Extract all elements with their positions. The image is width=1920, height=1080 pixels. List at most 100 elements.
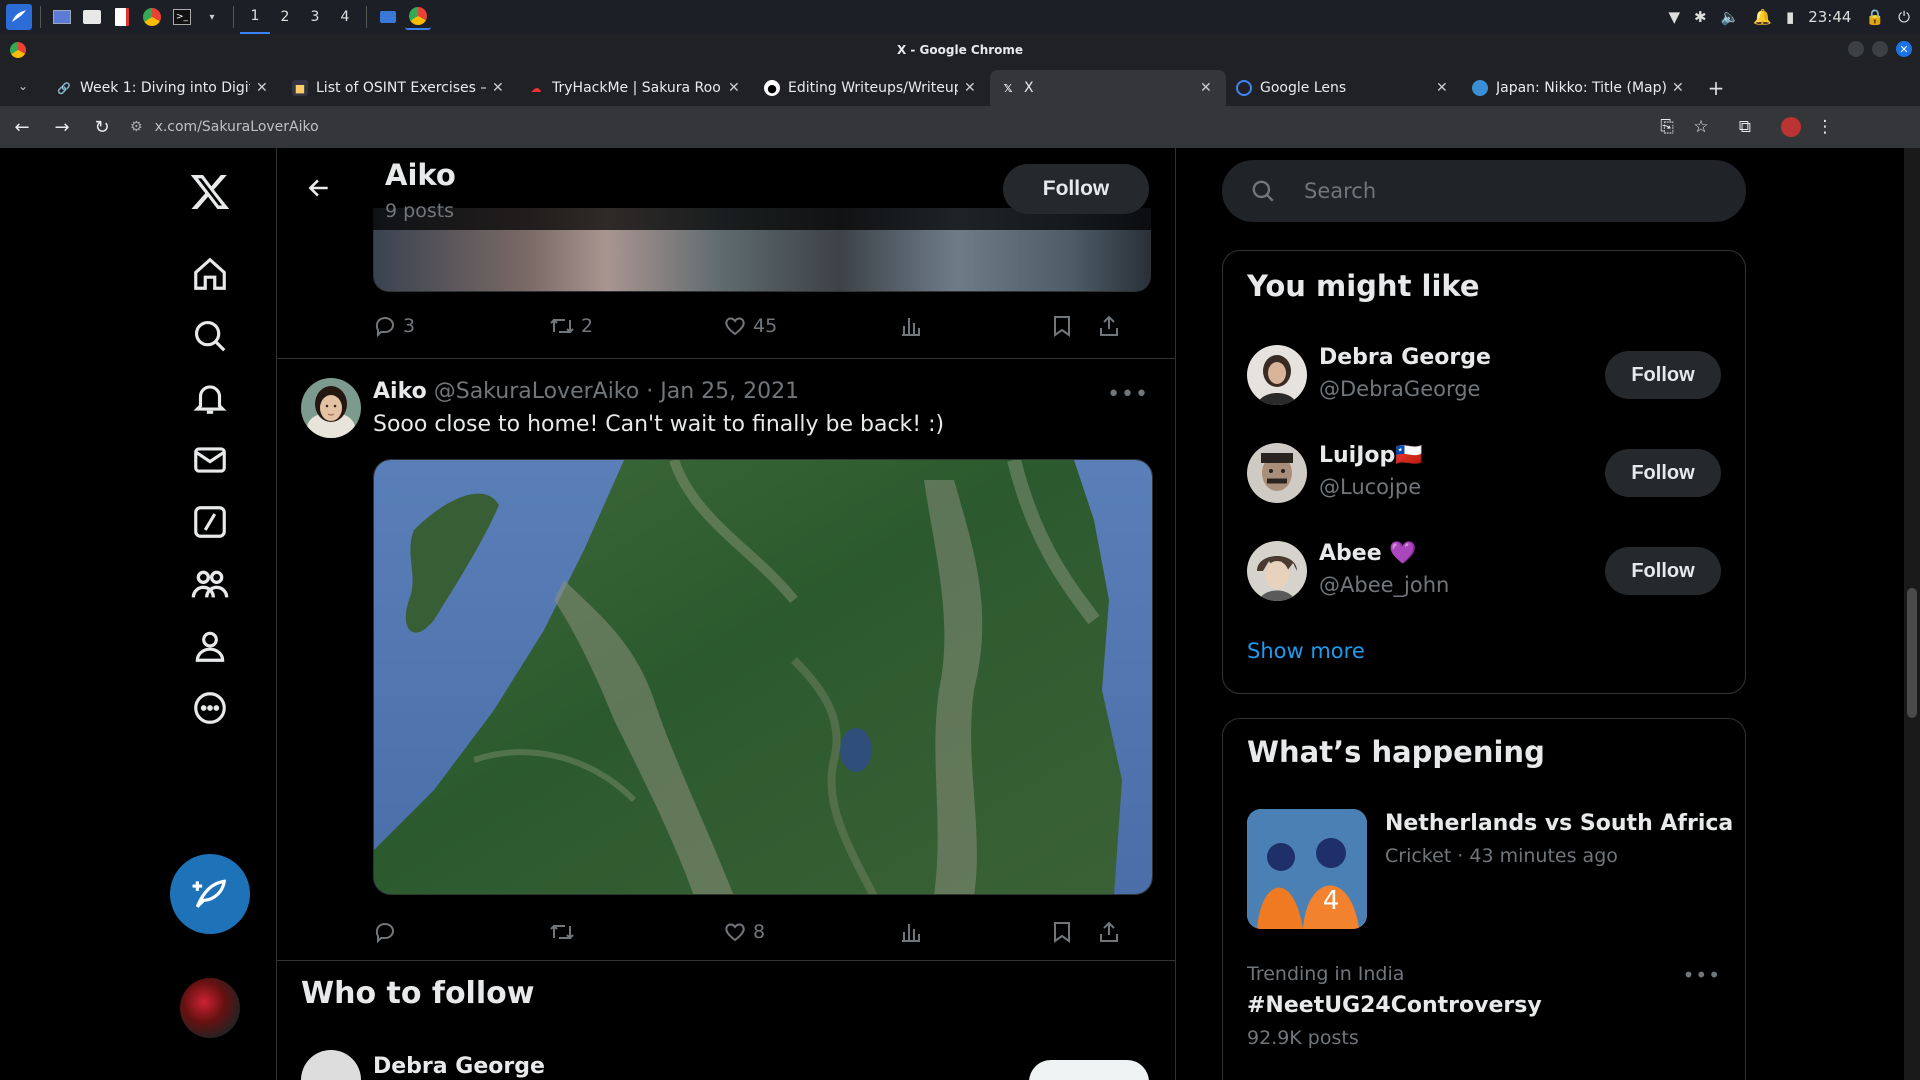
avatar[interactable]: [1247, 443, 1307, 503]
repost-button[interactable]: 2: [549, 314, 593, 338]
suggestion-name[interactable]: Debra George: [373, 1054, 545, 1079]
suggestion-debra-george[interactable]: Debra George @DebraGeorge Follow: [1223, 335, 1745, 415]
tab-search-chevron-icon[interactable]: ⌄: [0, 66, 46, 106]
terminal-icon[interactable]: >_: [169, 4, 195, 30]
suggestion-follow-button[interactable]: [1029, 1060, 1149, 1080]
search-input[interactable]: [1304, 179, 1704, 203]
tab-tryhackme[interactable]: ☁ TryHackMe | Sakura Room ✕: [518, 70, 754, 106]
home-icon[interactable]: [182, 246, 238, 302]
avatar[interactable]: [1247, 541, 1307, 601]
lock-icon[interactable]: 🔒: [1865, 8, 1884, 26]
workspace-3[interactable]: 3: [300, 0, 330, 34]
window-switch-icon[interactable]: [375, 4, 401, 30]
bluetooth-icon[interactable]: ✱: [1694, 8, 1707, 26]
repost-button[interactable]: [549, 920, 581, 944]
page-scrollbar[interactable]: [1904, 148, 1920, 1080]
text-editor-icon[interactable]: [109, 4, 135, 30]
views-button[interactable]: [899, 920, 923, 944]
suggestion-handle[interactable]: @Lucojpe: [1319, 475, 1421, 499]
bookmark-button[interactable]: [1051, 920, 1073, 944]
more-options-icon[interactable]: •••: [1683, 963, 1721, 987]
views-button[interactable]: [899, 314, 923, 338]
battery-icon[interactable]: ▮: [1786, 8, 1794, 26]
volume-icon[interactable]: 🔈: [1721, 8, 1740, 26]
power-icon[interactable]: ⏻: [1898, 8, 1910, 26]
tab-x[interactable]: 𝕏 X ✕: [990, 70, 1226, 106]
scrollbar-thumb[interactable]: [1907, 588, 1917, 718]
show-more-link[interactable]: Show more: [1247, 639, 1365, 663]
file-manager-icon[interactable]: [79, 4, 105, 30]
compose-post-button[interactable]: [170, 854, 250, 934]
install-app-icon[interactable]: ⎘: [1650, 110, 1684, 144]
more-options-icon[interactable]: •••: [1107, 382, 1149, 407]
chrome-taskbar-icon[interactable]: [139, 4, 165, 30]
tab-close-icon[interactable]: ✕: [728, 80, 744, 96]
suggestion-handle[interactable]: @DebraGeorge: [1319, 377, 1480, 401]
address-bar[interactable]: ⚙ x.com/SakuraLoverAiko: [130, 110, 1650, 144]
avatar[interactable]: [1247, 345, 1307, 405]
suggestion-name[interactable]: Abee 💜: [1319, 541, 1417, 566]
tweet-author-handle[interactable]: @SakuraLoverAiko: [434, 379, 640, 404]
follow-button[interactable]: Follow: [1605, 547, 1721, 595]
tab-week1[interactable]: 🔗 Week 1: Diving into Digita ✕: [46, 70, 282, 106]
follow-button[interactable]: Follow: [1003, 164, 1149, 214]
tweet-author-avatar[interactable]: [301, 378, 361, 438]
suggestion-handle[interactable]: @Abee_john: [1319, 573, 1449, 597]
search-box[interactable]: [1222, 160, 1746, 222]
tab-google-lens[interactable]: Google Lens ✕: [1226, 70, 1462, 106]
workspace-1[interactable]: 1: [240, 0, 270, 34]
extensions-icon[interactable]: ⧉: [1728, 110, 1762, 144]
like-button[interactable]: 8: [723, 920, 765, 944]
suggestion-name[interactable]: Debra George: [1319, 345, 1491, 370]
workspace-2[interactable]: 2: [270, 0, 300, 34]
profile-person-icon[interactable]: [182, 618, 238, 674]
tab-close-icon[interactable]: ✕: [256, 80, 272, 96]
follow-button[interactable]: Follow: [1605, 351, 1721, 399]
close-window-button[interactable]: ✕: [1896, 41, 1912, 57]
x-logo-icon[interactable]: [182, 164, 238, 220]
trend-cricket-image[interactable]: 4: [1247, 809, 1367, 929]
communities-icon[interactable]: [182, 556, 238, 612]
clock[interactable]: 23:44: [1808, 8, 1851, 26]
suggestion-luijop[interactable]: LuiJop🇨🇱 @Lucojpe Follow: [1223, 433, 1745, 513]
minimize-button[interactable]: [1848, 41, 1864, 57]
reply-button[interactable]: [373, 920, 403, 944]
wifi-icon[interactable]: ▼: [1668, 8, 1680, 26]
app-menu-icon[interactable]: [6, 4, 32, 30]
tweet-author-name[interactable]: Aiko: [373, 379, 427, 404]
grok-icon[interactable]: [182, 494, 238, 550]
reload-icon[interactable]: ↻: [84, 109, 120, 145]
back-arrow-icon[interactable]: ←: [4, 109, 40, 145]
desktop-icon[interactable]: [49, 4, 75, 30]
back-arrow-icon[interactable]: [301, 170, 337, 206]
trend-title[interactable]: Netherlands vs South Africa: [1385, 811, 1733, 836]
bookmark-button[interactable]: [1051, 314, 1073, 338]
share-button[interactable]: [1097, 920, 1121, 944]
tab-japan-nikko[interactable]: Japan: Nikko: Title (Map) ✕: [1462, 70, 1698, 106]
url-text[interactable]: x.com/SakuraLoverAiko: [155, 119, 319, 135]
search-icon[interactable]: [182, 308, 238, 364]
workspace-4[interactable]: 4: [330, 0, 360, 34]
maximize-button[interactable]: [1872, 41, 1888, 57]
suggestion-abee[interactable]: Abee 💜 @Abee_john Follow: [1223, 531, 1745, 611]
site-info-icon[interactable]: ⚙: [130, 119, 143, 135]
suggestion-name[interactable]: LuiJop🇨🇱: [1319, 443, 1423, 468]
chevron-down-icon[interactable]: ▾: [199, 4, 225, 30]
tab-close-icon[interactable]: ✕: [1436, 80, 1452, 96]
chrome-menu-icon[interactable]: ⋮: [1808, 110, 1842, 144]
reply-button[interactable]: 3: [373, 314, 415, 338]
tab-close-icon[interactable]: ✕: [964, 80, 980, 96]
bookmark-star-icon[interactable]: ☆: [1684, 110, 1718, 144]
suggestion-avatar[interactable]: [301, 1050, 361, 1080]
profile-avatar-icon[interactable]: [1774, 110, 1808, 144]
tab-github-writeups[interactable]: ● Editing Writeups/Writeup ✕: [754, 70, 990, 106]
new-tab-button[interactable]: +: [1698, 70, 1734, 106]
notification-bell-icon[interactable]: 🔔: [1753, 8, 1772, 26]
forward-arrow-icon[interactable]: →: [44, 109, 80, 145]
account-avatar[interactable]: [180, 978, 240, 1038]
tweet-map-image[interactable]: [373, 459, 1153, 895]
follow-button[interactable]: Follow: [1605, 449, 1721, 497]
tab-close-icon[interactable]: ✕: [1200, 80, 1216, 96]
notifications-bell-icon[interactable]: [182, 370, 238, 426]
tab-close-icon[interactable]: ✕: [1672, 80, 1688, 96]
